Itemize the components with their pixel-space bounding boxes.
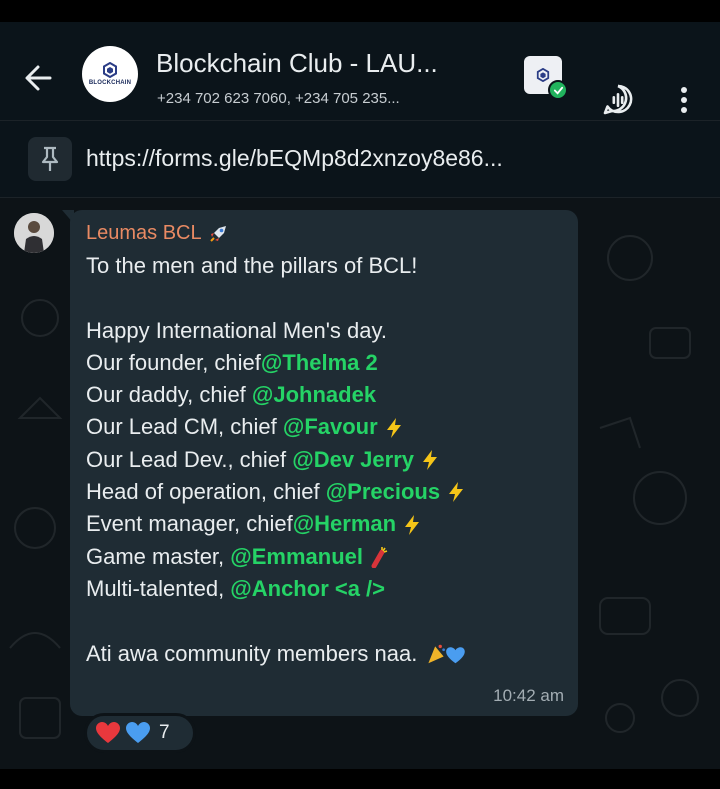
mention-link[interactable]: @Herman	[293, 508, 396, 540]
mention-link[interactable]: @Dev Jerry	[292, 444, 414, 476]
message-line: Our founder, chief @Thelma 2	[86, 347, 562, 379]
message-line: Happy International Men's day.	[86, 315, 562, 347]
firecracker-icon	[371, 546, 388, 568]
sender-name[interactable]: Leumas BCL	[86, 222, 202, 245]
message-line: Our Lead Dev., chief @Dev Jerry	[86, 444, 562, 476]
message-bubble[interactable]: Leumas BCL To the men and the pillars of…	[70, 210, 578, 716]
more-options-icon[interactable]	[672, 82, 696, 118]
mention-link[interactable]: @Thelma 2	[261, 347, 378, 379]
back-arrow-icon[interactable]	[20, 60, 56, 96]
chat-title[interactable]: Blockchain Club - LAU...	[156, 48, 438, 79]
rocket-icon	[209, 226, 226, 242]
lightning-icon	[405, 514, 420, 535]
mention-link[interactable]: @Emmanuel	[230, 541, 363, 573]
reaction-count: 7	[159, 722, 170, 743]
message-line-text: Game master,	[86, 543, 231, 569]
message-line: Our daddy, chief @Johnadek	[86, 379, 562, 411]
message-line-text: Our Lead CM, chief	[86, 414, 283, 440]
chat-area: Leumas BCL To the men and the pillars of…	[0, 198, 720, 769]
message-line: Head of operation, chief @Precious	[86, 476, 562, 508]
lightning-icon	[449, 482, 464, 503]
chat-participants[interactable]: +234 702 623 7060, +234 705 235...	[157, 90, 400, 107]
message-line	[86, 282, 562, 314]
community-badge[interactable]	[524, 56, 568, 100]
message-line: Game master, @Emmanuel	[86, 541, 562, 573]
message-line-text: Our daddy, chief	[86, 382, 252, 408]
sender-row: Leumas BCL	[86, 218, 562, 248]
message-line-text: Ati awa community members naa.	[86, 640, 418, 666]
message-line-text: Our founder, chief	[86, 349, 261, 375]
navigation-bar	[0, 769, 720, 789]
mention-link[interactable]: @Favour	[283, 411, 378, 443]
pinned-link[interactable]: https://forms.gle/bEQMp8d2xnzoy8e86...	[86, 145, 503, 172]
status-bar	[0, 0, 720, 22]
message-line: Our Lead CM, chief @Favour	[86, 411, 562, 443]
chat-header: BLOCKCHAIN Blockchain Club - LAU... +234…	[0, 22, 720, 121]
message-line-text: Head of operation, chief	[86, 479, 326, 505]
lightning-icon	[423, 449, 438, 470]
red-heart-icon	[96, 722, 120, 743]
message-line: Multi-talented, @Anchor <a />	[86, 573, 562, 605]
message-line: To the men and the pillars of BCL!	[86, 250, 562, 282]
message-time: 10:42 am	[493, 686, 564, 705]
blue-heart-icon	[126, 722, 150, 743]
lightning-icon	[386, 417, 401, 438]
message-line: Event manager, chief @Herman	[86, 508, 562, 540]
message-line-text: To the men and the pillars of BCL!	[86, 253, 418, 278]
mention-link[interactable]: @Anchor <a />	[230, 573, 385, 605]
pin-icon	[28, 137, 72, 181]
message-text: To the men and the pillars of BCL! Happy …	[86, 250, 562, 670]
sender-avatar[interactable]	[14, 213, 54, 253]
message-line-text: Our Lead Dev., chief	[86, 446, 293, 472]
mention-link[interactable]: @Precious	[326, 476, 440, 508]
pinned-message-bar[interactable]: https://forms.gle/bEQMp8d2xnzoy8e86...	[0, 121, 720, 198]
party-popper-heart-icon	[428, 644, 466, 664]
message-line: Ati awa community members naa.	[86, 638, 562, 670]
avatar-logo-text: BLOCKCHAIN	[88, 80, 132, 86]
message-line-text: Multi-talented,	[86, 575, 231, 601]
voice-chat-icon[interactable]	[600, 82, 636, 118]
reactions-pill[interactable]: 7	[84, 713, 196, 753]
message-line	[86, 605, 562, 637]
verified-check-icon	[548, 80, 568, 100]
mention-link[interactable]: @Johnadek	[252, 379, 376, 411]
message-line-text: Happy International Men's day.	[86, 317, 387, 343]
blockchain-logo-icon	[536, 68, 550, 82]
blockchain-logo-icon	[103, 62, 117, 78]
message-line-text: Event manager, chief	[86, 511, 293, 537]
group-avatar[interactable]: BLOCKCHAIN	[82, 46, 138, 102]
